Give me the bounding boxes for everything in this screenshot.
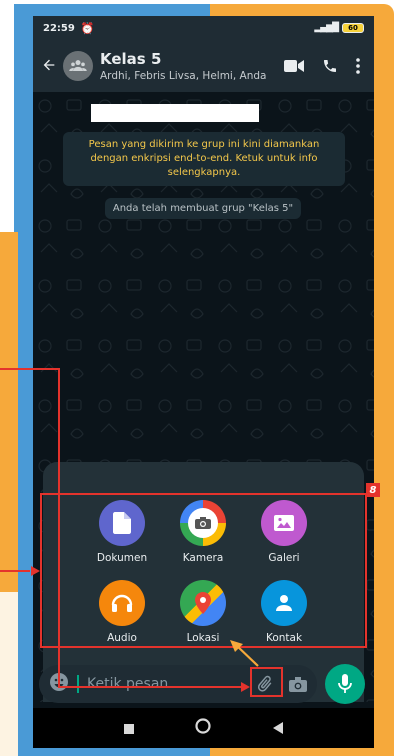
tutorial-stage: 22:59 ⏰ ▂▄▆█ 60 Kelas 5 Ardhi, Febris Li… bbox=[0, 0, 396, 756]
arrowhead bbox=[31, 566, 40, 576]
arrowhead bbox=[241, 682, 250, 692]
pointer-arrow bbox=[235, 644, 259, 667]
annotation-arrows bbox=[31, 566, 259, 692]
